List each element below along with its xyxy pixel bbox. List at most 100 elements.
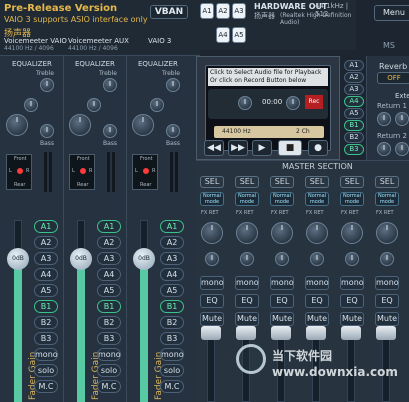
bus-mono-button[interactable]: mono	[34, 348, 58, 361]
bus-b2-button[interactable]: B2	[97, 316, 121, 329]
normal-mode-button[interactable]: Normal mode	[375, 192, 399, 206]
master-mute-button[interactable]: Mute	[235, 312, 259, 326]
bus-a5-button[interactable]: A5	[97, 284, 121, 297]
bus-mono-button[interactable]: mono	[160, 348, 184, 361]
master-sel-button[interactable]: SEL	[200, 176, 224, 188]
master-pan-knob[interactable]	[310, 252, 324, 266]
gain-knob[interactable]	[69, 114, 91, 136]
treble-knob[interactable]	[103, 78, 117, 92]
hw-out-device[interactable]: (Realtek High Definition Audio)	[280, 12, 356, 26]
bus-a2-button[interactable]: A2	[34, 236, 58, 249]
forward-button[interactable]: ▶▶	[228, 140, 248, 156]
pan-box[interactable]: Front L R Rear	[69, 154, 95, 190]
bus-a3-button[interactable]: A3	[97, 252, 121, 265]
bus-a2-button[interactable]: A2	[97, 236, 121, 249]
hw-a3-button[interactable]: A3	[232, 3, 246, 19]
pan-box[interactable]: Front L R Rear	[6, 154, 32, 190]
treble-knob[interactable]	[166, 78, 180, 92]
master-mono-button[interactable]: mono	[305, 276, 329, 290]
normal-mode-button[interactable]: Normal mode	[200, 192, 224, 206]
bus-solo-button[interactable]: solo	[97, 364, 121, 377]
fader-knob[interactable]: 0dB	[7, 248, 29, 270]
bus-a4-button[interactable]: A4	[97, 268, 121, 281]
master-eq-button[interactable]: EQ	[270, 294, 294, 308]
bus-b3-button[interactable]: B3	[160, 332, 184, 345]
bus-b1-button[interactable]: B1	[160, 300, 184, 313]
rewind-button[interactable]: ◀◀	[204, 140, 224, 156]
fader-knob[interactable]: 0dB	[70, 248, 92, 270]
master-eq-button[interactable]: EQ	[340, 294, 364, 308]
return1b-knob[interactable]	[395, 112, 409, 126]
bus-solo-button[interactable]: solo	[160, 364, 184, 377]
master-sel-button[interactable]: SEL	[375, 176, 399, 188]
normal-mode-button[interactable]: Normal mode	[235, 192, 259, 206]
rec-bus-b2-button[interactable]: B2	[344, 132, 364, 143]
pan-dot[interactable]	[143, 168, 149, 174]
return2-knob[interactable]	[377, 142, 391, 156]
master-eq-button[interactable]: EQ	[235, 294, 259, 308]
rec-bus-a1-button[interactable]: A1	[344, 60, 364, 71]
bus-mono-button[interactable]: mono	[97, 348, 121, 361]
bus-a3-button[interactable]: A3	[160, 252, 184, 265]
master-gain-knob[interactable]	[376, 222, 398, 244]
bus-b2-button[interactable]: B2	[34, 316, 58, 329]
master-pan-knob[interactable]	[275, 252, 289, 266]
normal-mode-button[interactable]: Normal mode	[270, 192, 294, 206]
master-pan-knob[interactable]	[380, 252, 394, 266]
master-pan-knob[interactable]	[345, 252, 359, 266]
master-pan-knob[interactable]	[240, 252, 254, 266]
gain-knob[interactable]	[132, 114, 154, 136]
master-gain-knob[interactable]	[271, 222, 293, 244]
return2b-knob[interactable]	[395, 142, 409, 156]
bus-a5-button[interactable]: A5	[160, 284, 184, 297]
bass-knob[interactable]	[166, 124, 180, 138]
bus-mc-button[interactable]: M.C	[97, 380, 121, 393]
master-gain-knob[interactable]	[341, 222, 363, 244]
master-sel-button[interactable]: SEL	[270, 176, 294, 188]
rec-bus-b3-button[interactable]: B3	[344, 144, 364, 155]
bus-a3-button[interactable]: A3	[34, 252, 58, 265]
pan-dot[interactable]	[80, 168, 86, 174]
treble-knob[interactable]	[40, 78, 54, 92]
master-sel-button[interactable]: SEL	[305, 176, 329, 188]
bus-b2-button[interactable]: B2	[160, 316, 184, 329]
master-fader-track[interactable]	[207, 332, 215, 402]
pan-box[interactable]: Front L R Rear	[132, 154, 158, 190]
mid-knob[interactable]	[24, 98, 38, 112]
master-mute-button[interactable]: Mute	[270, 312, 294, 326]
master-gain-knob[interactable]	[236, 222, 258, 244]
bus-a4-button[interactable]: A4	[160, 268, 184, 281]
master-pan-knob[interactable]	[205, 252, 219, 266]
master-mono-button[interactable]: mono	[340, 276, 364, 290]
normal-mode-button[interactable]: Normal mode	[340, 192, 364, 206]
master-eq-button[interactable]: EQ	[200, 294, 224, 308]
bus-b1-button[interactable]: B1	[34, 300, 58, 313]
rec-bus-a2-button[interactable]: A2	[344, 72, 364, 83]
master-mono-button[interactable]: mono	[375, 276, 399, 290]
pan-dot[interactable]	[17, 168, 23, 174]
master-mono-button[interactable]: mono	[235, 276, 259, 290]
play-button[interactable]: ▶	[252, 140, 272, 156]
bus-a4-button[interactable]: A4	[34, 268, 58, 281]
recorder-display[interactable]: Click to Select Audio file for Playback …	[205, 65, 331, 151]
stop-button[interactable]: ■	[278, 140, 302, 156]
master-sel-button[interactable]: SEL	[235, 176, 259, 188]
bass-knob[interactable]	[103, 124, 117, 138]
bass-knob[interactable]	[40, 124, 54, 138]
master-mute-button[interactable]: Mute	[200, 312, 224, 326]
reverb-off-toggle[interactable]: OFF	[377, 72, 409, 84]
hw-a2-button[interactable]: A2	[216, 3, 230, 19]
master-sel-button[interactable]: SEL	[340, 176, 364, 188]
bus-a1-button[interactable]: A1	[34, 220, 58, 233]
master-fader-knob[interactable]	[201, 326, 221, 340]
master-eq-button[interactable]: EQ	[305, 294, 329, 308]
rec-bus-a4-button[interactable]: A4	[344, 96, 364, 107]
rec-bus-a5-button[interactable]: A5	[344, 108, 364, 119]
master-mono-button[interactable]: mono	[270, 276, 294, 290]
master-eq-button[interactable]: EQ	[375, 294, 399, 308]
rec-bus-b1-button[interactable]: B1	[344, 120, 364, 131]
rec-bus-a3-button[interactable]: A3	[344, 84, 364, 95]
master-mono-button[interactable]: mono	[200, 276, 224, 290]
master-gain-knob[interactable]	[201, 222, 223, 244]
bus-b3-button[interactable]: B3	[34, 332, 58, 345]
